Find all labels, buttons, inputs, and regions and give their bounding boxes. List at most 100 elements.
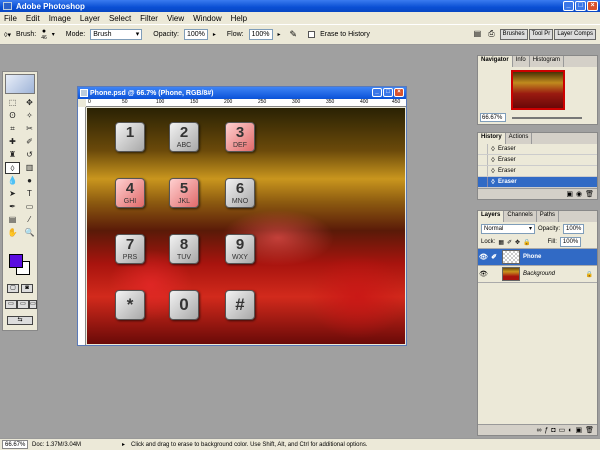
- stamp-tool-icon[interactable]: ♜: [5, 149, 20, 161]
- tab-actions[interactable]: Actions: [506, 133, 533, 144]
- photoshop-feather-logo[interactable]: [5, 74, 35, 94]
- document-title-bar[interactable]: Phone.psd @ 66.7% (Phone, RGB/8#) _ □ ×: [78, 87, 406, 99]
- layer-opacity-field[interactable]: 100%: [563, 224, 585, 234]
- menu-select[interactable]: Select: [109, 14, 131, 23]
- history-item[interactable]: ◊ Eraser: [478, 144, 597, 155]
- full-screen-mode-button[interactable]: ▭: [29, 300, 37, 309]
- flow-slider-arrow[interactable]: ▸: [278, 31, 281, 38]
- tab-navigator[interactable]: Navigator: [478, 56, 513, 67]
- close-button[interactable]: ×: [587, 1, 598, 11]
- history-brush-tool-icon[interactable]: ↺: [22, 149, 37, 161]
- brush-preset-picker[interactable]: ● 46: [41, 28, 47, 42]
- lock-image-icon[interactable]: ✐: [507, 239, 512, 246]
- standard-screen-mode-button[interactable]: ▭: [5, 300, 17, 309]
- full-screen-menu-mode-button[interactable]: ▭: [17, 300, 29, 309]
- navigator-zoom-slider[interactable]: [512, 117, 582, 119]
- status-zoom-field[interactable]: 66.67%: [2, 440, 28, 449]
- maximize-button[interactable]: □: [575, 1, 586, 11]
- delete-layer-icon[interactable]: 🗑: [585, 426, 594, 434]
- gradient-tool-icon[interactable]: ▥: [22, 162, 37, 174]
- minimize-button[interactable]: _: [563, 1, 574, 11]
- doc-maximize-button[interactable]: □: [383, 88, 393, 97]
- menu-window[interactable]: Window: [193, 14, 221, 23]
- zoom-tool-icon[interactable]: 🔍: [22, 227, 37, 239]
- notes-tool-icon[interactable]: ▤: [5, 214, 20, 226]
- history-item-selected[interactable]: ◊ Eraser: [478, 177, 597, 188]
- menu-file[interactable]: File: [4, 14, 17, 23]
- type-tool-icon[interactable]: T: [22, 188, 37, 200]
- tab-history[interactable]: History: [478, 133, 506, 144]
- menu-edit[interactable]: Edit: [26, 14, 40, 23]
- lock-transparency-icon[interactable]: ▦: [498, 239, 504, 246]
- hand-tool-icon[interactable]: ✋: [5, 227, 20, 239]
- well-tab-brushes[interactable]: Brushes: [499, 29, 528, 40]
- link-layers-icon[interactable]: ∞: [536, 427, 541, 434]
- layer-style-icon[interactable]: ƒ: [544, 427, 548, 434]
- airbrush-icon[interactable]: ✎: [290, 29, 298, 40]
- vertical-ruler[interactable]: [78, 107, 86, 345]
- eraser-tool-preset-icon[interactable]: ◊▾: [4, 31, 11, 39]
- history-item[interactable]: ◊ Eraser: [478, 155, 597, 166]
- opacity-slider-arrow[interactable]: ▸: [213, 31, 216, 38]
- eraser-tool-icon[interactable]: ◊: [5, 162, 20, 174]
- lock-position-icon[interactable]: ✥: [515, 239, 520, 246]
- tab-layers[interactable]: Layers: [478, 211, 505, 222]
- flow-field[interactable]: 100%: [248, 29, 273, 40]
- shape-tool-icon[interactable]: ▭: [22, 201, 37, 213]
- print-icon[interactable]: ⎙: [488, 29, 494, 40]
- new-snapshot-icon[interactable]: ◉: [576, 190, 582, 198]
- well-tab-tool-presets[interactable]: Tool Pr: [528, 29, 554, 40]
- tab-paths[interactable]: Paths: [537, 211, 560, 222]
- blend-mode-select[interactable]: Normal ▾: [481, 224, 535, 234]
- add-mask-icon[interactable]: ◘: [551, 427, 555, 434]
- delete-state-icon[interactable]: 🗑: [585, 190, 594, 198]
- pen-tool-icon[interactable]: ✒: [5, 201, 20, 213]
- new-layer-icon[interactable]: ▣: [575, 426, 582, 434]
- eye-icon[interactable]: 👁: [478, 253, 489, 261]
- erase-history-checkbox[interactable]: [308, 31, 316, 38]
- doc-minimize-button[interactable]: _: [372, 88, 382, 97]
- blur-tool-icon[interactable]: 💧: [5, 175, 20, 187]
- quick-mask-mode-button[interactable]: ◙: [21, 284, 33, 293]
- slice-tool-icon[interactable]: ✂: [22, 123, 37, 135]
- jump-to-imageready-button[interactable]: ⇆: [7, 316, 33, 325]
- status-menu-arrow[interactable]: ▸: [122, 441, 125, 448]
- fill-field[interactable]: 100%: [559, 237, 582, 247]
- navigator-thumbnail[interactable]: [511, 70, 565, 110]
- brush-dropdown-arrow[interactable]: ▾: [52, 31, 55, 38]
- eyedropper-tool-icon[interactable]: ⁄: [22, 214, 37, 226]
- lock-all-icon[interactable]: 🔒: [523, 239, 530, 246]
- doc-size[interactable]: Doc: 1.37M/3.04M: [32, 442, 122, 448]
- mode-select[interactable]: Brush ▾: [90, 29, 143, 40]
- doc-close-button[interactable]: ×: [394, 88, 404, 97]
- menu-help[interactable]: Help: [231, 14, 247, 23]
- foreground-color-swatch[interactable]: [9, 254, 23, 268]
- healing-brush-tool-icon[interactable]: ✚: [5, 136, 20, 148]
- menu-view[interactable]: View: [167, 14, 184, 23]
- path-selection-tool-icon[interactable]: ➤: [5, 188, 20, 200]
- menu-image[interactable]: Image: [49, 14, 71, 23]
- layer-row-phone[interactable]: 👁 ✐ Phone: [478, 249, 597, 266]
- image-canvas[interactable]: 1 2 ABC 3 DEF 4 GHI 5 JKL 6 MNO 7 PRS 8: [87, 108, 405, 344]
- file-browser-icon[interactable]: ▤: [474, 29, 482, 40]
- menu-layer[interactable]: Layer: [80, 14, 100, 23]
- marquee-tool-icon[interactable]: ⬚: [5, 97, 20, 109]
- new-group-icon[interactable]: ▭: [559, 426, 566, 434]
- tab-info[interactable]: Info: [513, 56, 530, 67]
- magic-wand-tool-icon[interactable]: ✧: [22, 110, 37, 122]
- well-tab-layer-comps[interactable]: Layer Comps: [554, 29, 596, 40]
- dodge-tool-icon[interactable]: ●: [22, 175, 37, 187]
- adjustment-layer-icon[interactable]: ◐: [568, 427, 572, 434]
- navigator-zoom-field[interactable]: 66.67%: [480, 113, 506, 122]
- tab-histogram[interactable]: Histogram: [530, 56, 565, 67]
- lasso-tool-icon[interactable]: ʘ: [5, 110, 20, 122]
- brush-tool-icon[interactable]: ✐: [22, 136, 37, 148]
- history-item[interactable]: ◊ Eraser: [478, 166, 597, 177]
- horizontal-ruler[interactable]: 0 50 100 150 200 250 300 350 400 450: [86, 99, 406, 107]
- move-tool-icon[interactable]: ✥: [22, 97, 37, 109]
- new-document-from-state-icon[interactable]: ▣: [566, 190, 573, 198]
- opacity-field[interactable]: 100%: [183, 29, 208, 40]
- crop-tool-icon[interactable]: ⌗: [5, 123, 20, 135]
- menu-filter[interactable]: Filter: [140, 14, 158, 23]
- eye-icon[interactable]: 👁: [478, 270, 489, 278]
